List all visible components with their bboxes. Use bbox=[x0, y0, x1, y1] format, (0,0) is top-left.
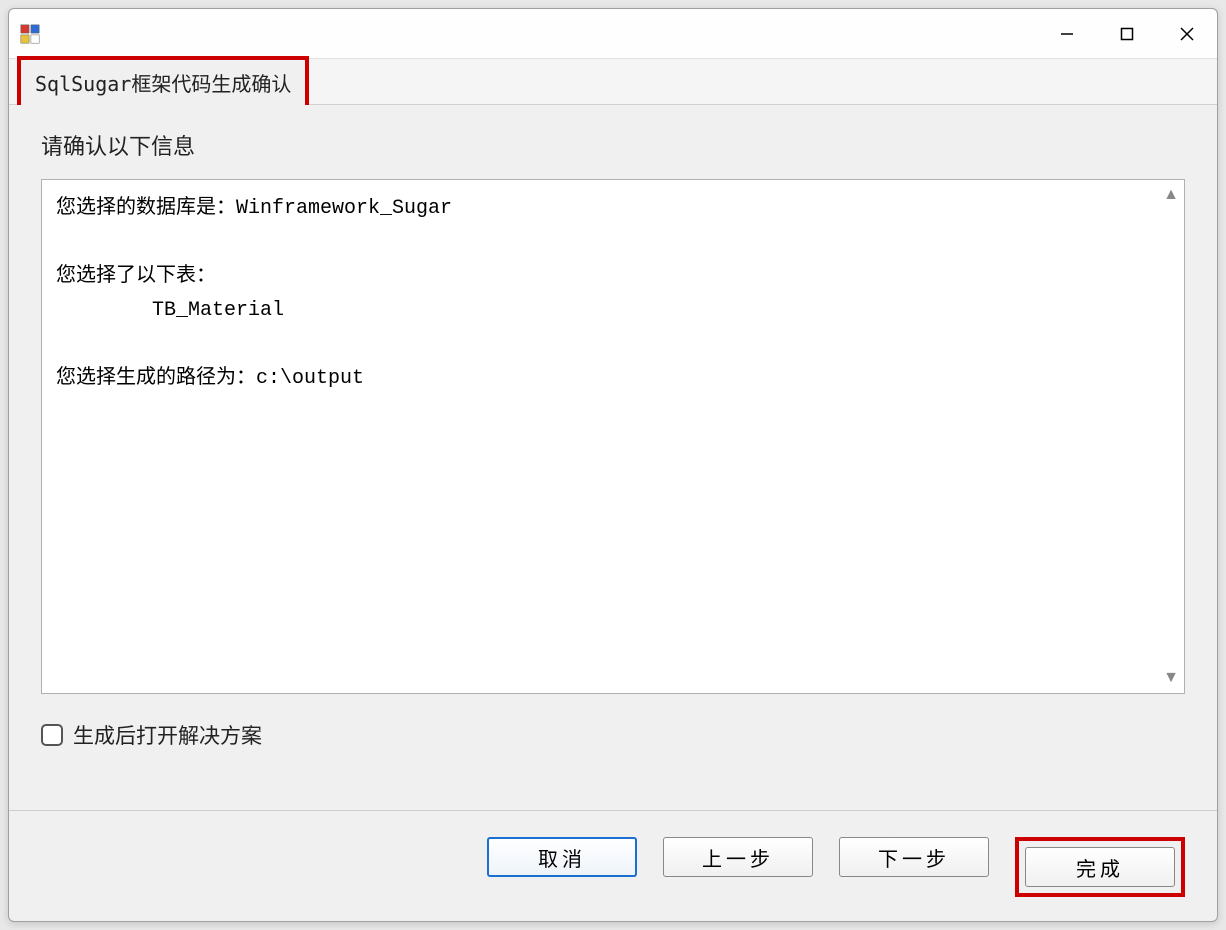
open-solution-checkbox-row: 生成后打开解决方案 bbox=[41, 720, 1185, 750]
scroll-up-icon[interactable]: ▲ bbox=[1163, 186, 1179, 204]
section-heading: 请确认以下信息 bbox=[41, 129, 1185, 161]
finish-button[interactable]: 完成 bbox=[1025, 847, 1175, 887]
scroll-down-icon[interactable]: ▼ bbox=[1163, 669, 1179, 687]
wizard-button-row: 取消 上一步 下一步 完成 bbox=[41, 823, 1185, 903]
previous-button[interactable]: 上一步 bbox=[663, 837, 813, 877]
maximize-button[interactable] bbox=[1097, 9, 1157, 58]
next-button[interactable]: 下一步 bbox=[839, 837, 989, 877]
cancel-button[interactable]: 取消 bbox=[487, 837, 637, 877]
info-text: 您选择的数据库是：Winframework_Sugar 您选择了以下表： TB_… bbox=[42, 180, 1158, 693]
window-controls bbox=[1037, 9, 1217, 58]
tab-sqlsugar-confirm[interactable]: SqlSugar框架代码生成确认 bbox=[17, 56, 309, 105]
app-icon bbox=[19, 23, 41, 45]
close-button[interactable] bbox=[1157, 9, 1217, 58]
finish-highlight: 完成 bbox=[1015, 837, 1185, 897]
content-area: 请确认以下信息 您选择的数据库是：Winframework_Sugar 您选择了… bbox=[9, 105, 1217, 921]
scrollbar[interactable]: ▲ ▼ bbox=[1158, 180, 1184, 693]
info-text-panel: 您选择的数据库是：Winframework_Sugar 您选择了以下表： TB_… bbox=[41, 179, 1185, 694]
open-solution-label: 生成后打开解决方案 bbox=[73, 720, 262, 750]
tab-strip: SqlSugar框架代码生成确认 bbox=[9, 59, 1217, 105]
divider bbox=[9, 810, 1217, 811]
dialog-window: SqlSugar框架代码生成确认 请确认以下信息 您选择的数据库是：Winfra… bbox=[8, 8, 1218, 922]
minimize-button[interactable] bbox=[1037, 9, 1097, 58]
title-bar bbox=[9, 9, 1217, 59]
open-solution-checkbox[interactable] bbox=[41, 724, 63, 746]
